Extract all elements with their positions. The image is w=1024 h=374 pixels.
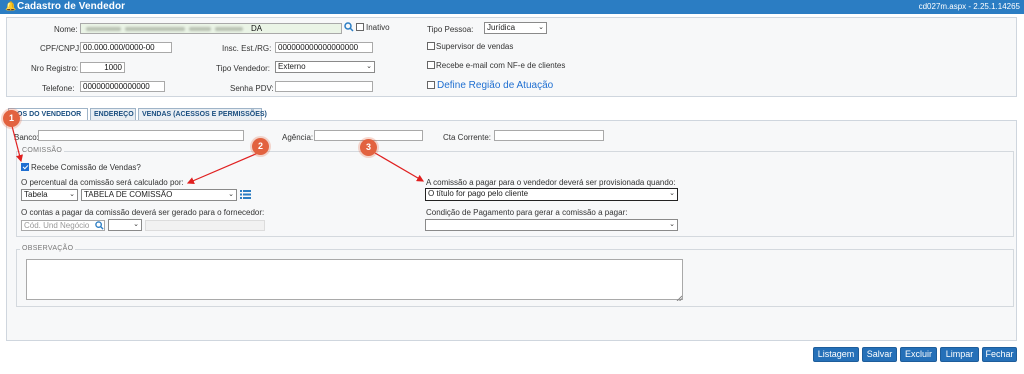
marker-1: 1 <box>3 110 20 127</box>
arrow-3 <box>374 152 425 182</box>
marker-2: 2 <box>252 138 269 155</box>
annotation-arrows <box>11 125 425 184</box>
arrow-2 <box>186 152 259 184</box>
marker-3: 3 <box>360 139 377 156</box>
arrow-1 <box>11 125 23 163</box>
